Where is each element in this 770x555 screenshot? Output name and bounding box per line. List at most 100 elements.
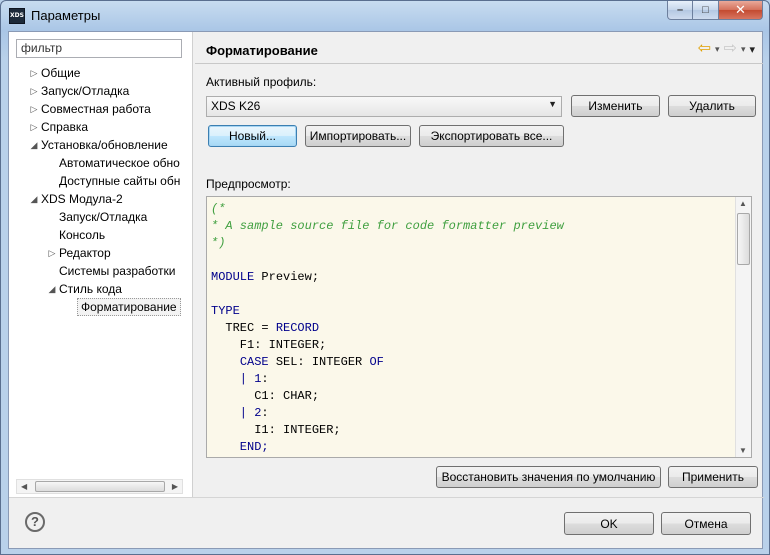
- back-arrow-icon[interactable]: ⇦: [698, 41, 711, 57]
- preferences-tree: ▷ Общие ▷ Запуск/Отладка ▷ Совместная работа ▷…: [9, 64, 185, 316]
- forward-arrow-icon[interactable]: ⇨: [724, 41, 737, 57]
- code-token: :: [261, 372, 269, 386]
- tree-item[interactable]: Форматирование: [9, 298, 185, 316]
- code-token: C1: CHAR;: [211, 389, 320, 403]
- tree-item[interactable]: ◢ Стиль кода: [9, 280, 185, 298]
- scroll-left-icon[interactable]: ◀: [21, 480, 27, 493]
- restore-defaults-button[interactable]: Восстановить значения по умолчанию: [436, 466, 661, 488]
- delete-profile-button[interactable]: Удалить: [668, 95, 756, 117]
- tree-item-label: Системы разработки: [59, 264, 176, 278]
- formatting-page: Форматирование ⇦ ▾ ⇨ ▾ ▾ Активный профил…: [195, 32, 763, 497]
- chevron-down-icon[interactable]: ▼: [548, 99, 557, 109]
- tree-item-label: Консоль: [59, 228, 106, 242]
- tree-item-label: Совместная работа: [41, 102, 151, 116]
- forward-dropdown-icon[interactable]: ▾: [741, 44, 746, 55]
- tree-item[interactable]: ▷ Совместная работа: [9, 100, 185, 118]
- code-token: Preview;: [254, 270, 320, 284]
- tree-item-label: Форматирование: [77, 298, 181, 316]
- active-profile-label: Активный профиль:: [206, 75, 317, 89]
- maximize-button[interactable]: □: [693, 1, 719, 20]
- tree-item-label: Запуск/Отладка: [59, 210, 148, 224]
- page-title: Форматирование: [206, 43, 318, 58]
- tree-item-label: Стиль кода: [59, 282, 122, 296]
- edit-profile-button[interactable]: Изменить: [571, 95, 660, 117]
- minimize-button[interactable]: –: [667, 1, 693, 20]
- ok-button[interactable]: OK: [564, 512, 654, 535]
- tree-item-label: Установка/обновление: [41, 138, 168, 152]
- code-token: *): [211, 236, 226, 250]
- code-preview[interactable]: (* * A sample source file for code forma…: [206, 196, 752, 458]
- code-token: TYPE: [211, 304, 240, 318]
- scroll-thumb[interactable]: [737, 213, 750, 265]
- footer-separator: [9, 497, 764, 498]
- code-token: * A sample source file for code formatte…: [211, 219, 564, 233]
- collapse-arrow-icon[interactable]: ◢: [47, 280, 57, 298]
- apply-button[interactable]: Применить: [668, 466, 758, 488]
- import-profile-button[interactable]: Импортировать...: [305, 125, 411, 147]
- tree-item[interactable]: ◢ XDS Модула-2: [9, 190, 185, 208]
- code-token: END;: [211, 440, 269, 454]
- tree-item[interactable]: ▷ Справка: [9, 118, 185, 136]
- close-button[interactable]: ✕: [719, 1, 763, 20]
- profile-select-value: XDS K26: [211, 99, 261, 113]
- expand-arrow-icon[interactable]: ▷: [29, 118, 39, 136]
- expand-arrow-icon[interactable]: ▷: [47, 244, 57, 262]
- preferences-window: XDS Параметры – □ ✕ фильтр ▷ Общие ▷ Запуск…: [0, 0, 770, 555]
- tree-item-label: Справка: [41, 120, 89, 134]
- view-menu-icon[interactable]: ▾: [749, 43, 755, 56]
- preview-vertical-scrollbar[interactable]: ▲ ▼: [735, 197, 751, 457]
- tree-item[interactable]: Автоматическое обно: [9, 154, 185, 172]
- scroll-up-icon[interactable]: ▲: [739, 199, 747, 208]
- expand-arrow-icon[interactable]: ▷: [29, 64, 39, 82]
- tree-horizontal-scrollbar[interactable]: ◀ ▶: [16, 479, 183, 494]
- export-all-button[interactable]: Экспортировать все...: [419, 125, 564, 147]
- code-token: MODULE: [211, 270, 255, 284]
- page-navigation: ⇦ ▾ ⇨ ▾ ▾: [698, 41, 755, 57]
- tree-item[interactable]: Запуск/Отладка: [9, 208, 185, 226]
- code-token: I1: INTEGER;: [211, 423, 341, 437]
- title-bar[interactable]: XDS Параметры – □ ✕: [1, 1, 769, 31]
- dialog-client: фильтр ▷ Общие ▷ Запуск/Отладка ▷ Совместная …: [8, 31, 764, 549]
- scroll-thumb[interactable]: [35, 481, 165, 492]
- window-controls: – □ ✕: [667, 1, 763, 21]
- tree-item-label: Автоматическое обно: [59, 156, 180, 170]
- preview-label: Предпросмотр:: [206, 177, 291, 191]
- code-token: OF: [369, 355, 384, 369]
- tree-item-label: Редактор: [59, 246, 111, 260]
- collapse-arrow-icon[interactable]: ◢: [29, 190, 39, 208]
- tree-item[interactable]: Доступные сайты обн: [9, 172, 185, 190]
- tree-item-label: Общие: [41, 66, 81, 80]
- scroll-right-icon[interactable]: ▶: [172, 480, 178, 493]
- tree-item[interactable]: Консоль: [9, 226, 185, 244]
- tree-item-label: Доступные сайты обн: [59, 174, 181, 188]
- code-token: F1: INTEGER;: [211, 338, 327, 352]
- tree-item[interactable]: ◢ Установка/обновление: [9, 136, 185, 154]
- back-dropdown-icon[interactable]: ▾: [715, 44, 720, 55]
- expand-arrow-icon[interactable]: ▷: [29, 82, 39, 100]
- window-title: Параметры: [31, 8, 101, 23]
- xds-app-icon: XDS: [9, 8, 25, 24]
- help-icon[interactable]: ?: [25, 512, 45, 532]
- expand-arrow-icon[interactable]: ▷: [29, 100, 39, 118]
- code-token: |: [211, 372, 255, 386]
- scroll-down-icon[interactable]: ▼: [739, 446, 747, 455]
- code-preview-text: (* * A sample source file for code forma…: [211, 201, 564, 456]
- profile-select[interactable]: XDS K26 ▼: [206, 96, 562, 117]
- new-profile-button[interactable]: Новый...: [208, 125, 297, 147]
- code-token: |: [211, 406, 255, 420]
- tree-item[interactable]: ▷ Запуск/Отладка: [9, 82, 185, 100]
- filter-input[interactable]: фильтр: [16, 39, 182, 58]
- code-token: SEL: INTEGER: [268, 355, 370, 369]
- tree-item[interactable]: ▷ Общие: [9, 64, 185, 82]
- code-token: :: [261, 406, 269, 420]
- preferences-tree-pane: фильтр ▷ Общие ▷ Запуск/Отладка ▷ Совместная …: [9, 32, 193, 497]
- tree-item[interactable]: Системы разработки: [9, 262, 185, 280]
- cancel-button[interactable]: Отмена: [661, 512, 751, 535]
- tree-item[interactable]: ▷ Редактор: [9, 244, 185, 262]
- tree-item-label: Запуск/Отладка: [41, 84, 130, 98]
- code-token: TREC =: [211, 321, 276, 335]
- collapse-arrow-icon[interactable]: ◢: [29, 136, 39, 154]
- code-token: (*: [211, 202, 226, 216]
- code-token: RECORD: [275, 321, 320, 335]
